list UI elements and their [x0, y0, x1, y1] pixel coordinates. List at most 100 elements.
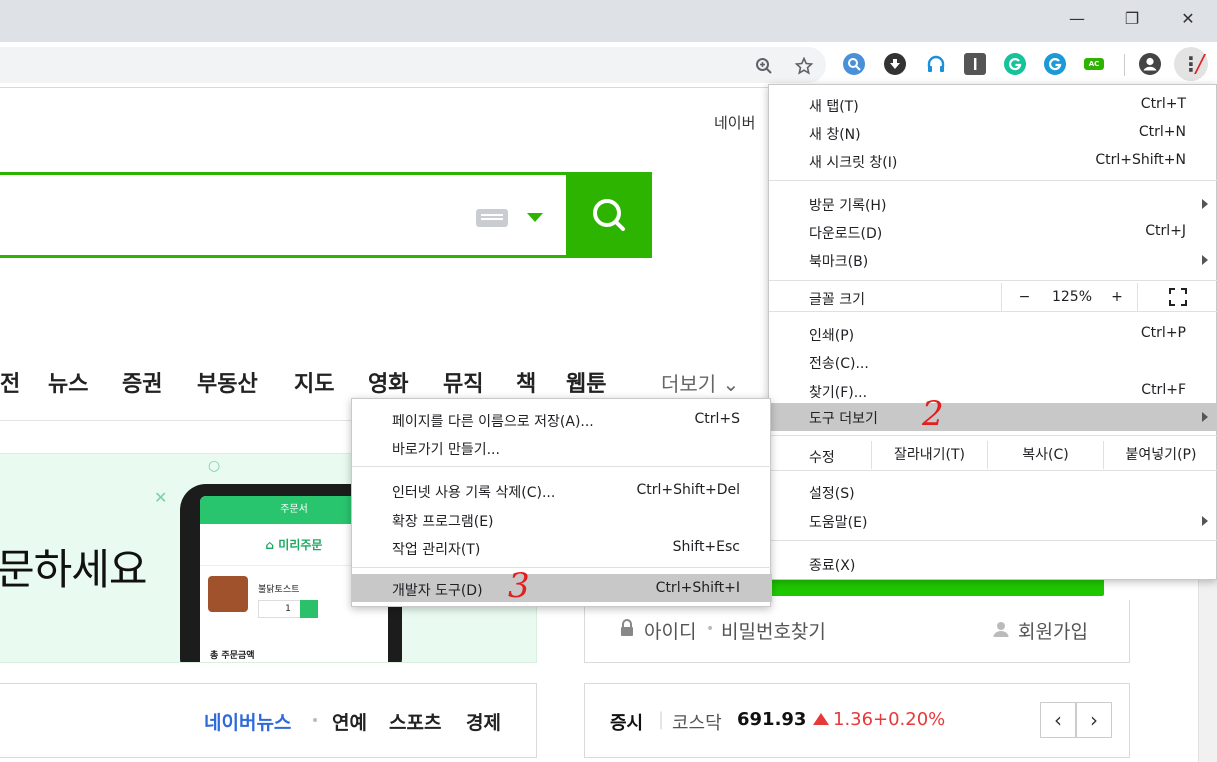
- naver-service-nav: 전 뉴스 증권 부동산 지도 영화 뮤직 책 웹툰 더보기 ⌄: [0, 366, 760, 398]
- zoom-icon[interactable]: [754, 56, 774, 76]
- chrome-main-menu: 새 탭(T) Ctrl+T 새 창(N) Ctrl+N 새 시크릿 창(I) C…: [768, 84, 1217, 580]
- naver-top-link[interactable]: 네이버: [714, 112, 755, 133]
- entertainment-link[interactable]: 연예: [332, 708, 367, 735]
- submenu-item-create-shortcut[interactable]: 바로가기 만들기...: [352, 433, 772, 461]
- naver-search-input[interactable]: [0, 172, 652, 258]
- zoom-out-button[interactable]: −: [1001, 283, 1047, 311]
- nav-item-realestate[interactable]: 부동산: [197, 366, 258, 398]
- lock-icon: [621, 619, 633, 636]
- nav-item-book[interactable]: 책: [516, 366, 536, 398]
- menu-item-find[interactable]: 찾기(F)... Ctrl+F: [769, 377, 1217, 405]
- submenu-arrow-icon: [1202, 255, 1208, 265]
- search-extension-icon[interactable]: [843, 53, 865, 75]
- cut-button[interactable]: 잘라내기(T): [871, 441, 987, 469]
- ring-icon: ○: [208, 458, 221, 474]
- submenu-item-extensions[interactable]: 확장 프로그램(E): [352, 505, 772, 533]
- menu-item-shortcut: Ctrl+P: [1140, 325, 1186, 341]
- submenu-item-label: 개발자 도구(D): [392, 583, 483, 599]
- find-password-link[interactable]: 비밀번호찾기: [721, 617, 826, 644]
- sports-link[interactable]: 스포츠: [389, 708, 441, 735]
- dropdown-arrow-icon[interactable]: [527, 213, 543, 222]
- zoom-label: 글꼴 크기: [809, 292, 865, 308]
- nav-item-webtoon[interactable]: 웹툰: [566, 366, 606, 398]
- submenu-item-label: 바로가기 만들기...: [392, 442, 500, 458]
- nav-item-news[interactable]: 뉴스: [48, 366, 88, 398]
- submenu-item-label: 작업 관리자(T): [392, 542, 481, 558]
- stock-prev-button[interactable]: ‹: [1040, 702, 1076, 738]
- grammar-check-extension-icon[interactable]: [1044, 53, 1066, 75]
- signup-link[interactable]: 회원가입: [1018, 617, 1088, 644]
- copy-button[interactable]: 복사(C): [987, 441, 1103, 469]
- menu-item-history[interactable]: 방문 기록(H): [769, 190, 1217, 218]
- reader-extension-icon[interactable]: [964, 53, 986, 75]
- profile-avatar-icon[interactable]: [1139, 53, 1161, 75]
- submenu-item-devtools[interactable]: 개발자 도구(D) Ctrl+Shift+I: [352, 574, 772, 602]
- submenu-arrow-icon: [1202, 199, 1208, 209]
- adblock-extension-icon[interactable]: AC: [1084, 58, 1104, 70]
- naver-news-link[interactable]: 네이버뉴스: [204, 708, 291, 735]
- menu-item-incognito[interactable]: 새 시크릿 창(I) Ctrl+Shift+N: [769, 147, 1217, 175]
- nav-item-map[interactable]: 지도: [294, 366, 334, 398]
- user-icon: [993, 622, 1009, 637]
- headphone-extension-icon[interactable]: [925, 53, 947, 75]
- stock-divider: |: [658, 709, 665, 730]
- address-bar[interactable]: [0, 47, 826, 83]
- menu-item-more-tools[interactable]: 도구 더보기: [769, 403, 1217, 431]
- menu-item-help[interactable]: 도움말(E): [769, 507, 1217, 535]
- login-dot: •: [706, 621, 715, 637]
- title-bar: — ❐ ✕: [0, 0, 1217, 42]
- stock-up-arrow-icon: [813, 713, 829, 725]
- menu-item-downloads[interactable]: 다운로드(D) Ctrl+J: [769, 218, 1217, 246]
- menu-item-shortcut: Ctrl+T: [1140, 96, 1186, 112]
- menu-item-bookmarks[interactable]: 북마크(B): [769, 246, 1217, 274]
- menu-separator: [769, 470, 1217, 471]
- nav-item-movie[interactable]: 영화: [368, 366, 408, 398]
- phone-total-label: 총 주문금액: [210, 651, 255, 661]
- submenu-item-task-manager[interactable]: 작업 관리자(T) Shift+Esc: [352, 533, 772, 561]
- menu-item-print[interactable]: 인쇄(P) Ctrl+P: [769, 320, 1217, 348]
- menu-item-shortcut: Ctrl+F: [1141, 382, 1186, 398]
- right-scroll-strip[interactable]: [1198, 580, 1217, 762]
- download-extension-icon[interactable]: [884, 53, 906, 75]
- menu-item-label: 새 창(N): [809, 127, 861, 143]
- minimize-button[interactable]: —: [1049, 0, 1105, 36]
- toast-image: [208, 576, 248, 612]
- submenu-arrow-icon: [1202, 516, 1208, 526]
- paste-button[interactable]: 붙여넣기(P): [1103, 441, 1217, 469]
- fullscreen-button[interactable]: [1137, 283, 1217, 311]
- keyboard-icon[interactable]: [476, 209, 508, 227]
- menu-item-label: 방문 기록(H): [809, 198, 887, 214]
- close-button[interactable]: ✕: [1160, 0, 1216, 36]
- menu-item-cast[interactable]: 전송(C)...: [769, 348, 1217, 376]
- stock-percent: +0.20%: [873, 709, 946, 730]
- banner-headline: 문하세요: [0, 545, 148, 594]
- menu-item-settings[interactable]: 설정(S): [769, 478, 1217, 506]
- submenu-item-clear-data[interactable]: 인터넷 사용 기록 삭제(C)... Ctrl+Shift+Del: [352, 476, 772, 504]
- submenu-item-save-as[interactable]: 페이지를 다른 이름으로 저장(A)... Ctrl+S: [352, 405, 772, 433]
- nav-item-electronics[interactable]: 전: [0, 366, 20, 398]
- maximize-button[interactable]: ❐: [1104, 0, 1160, 36]
- nav-more-button[interactable]: 더보기 ⌄: [661, 368, 739, 397]
- menu-item-new-tab[interactable]: 새 탭(T) Ctrl+T: [769, 91, 1217, 119]
- zoom-in-button[interactable]: +: [1097, 283, 1137, 311]
- economy-link[interactable]: 경제: [466, 708, 501, 735]
- submenu-separator: [352, 567, 772, 568]
- nav-item-music[interactable]: 뮤직: [443, 366, 483, 398]
- menu-item-exit[interactable]: 종료(X): [769, 550, 1217, 578]
- menu-item-label: 북마크(B): [809, 254, 869, 270]
- menu-item-new-window[interactable]: 새 창(N) Ctrl+N: [769, 119, 1217, 147]
- find-id-link[interactable]: 아이디: [644, 617, 696, 644]
- bookmark-star-icon[interactable]: [794, 56, 814, 76]
- stock-index-name[interactable]: 코스닥: [672, 709, 722, 735]
- edit-label: 수정: [809, 450, 835, 466]
- nav-item-stock[interactable]: 증권: [122, 366, 162, 398]
- submenu-separator: [352, 466, 772, 467]
- sparkle-icon: ✕: [154, 488, 168, 507]
- stock-change: 1.36: [833, 709, 874, 730]
- naver-search-button[interactable]: [566, 172, 652, 258]
- submenu-item-label: 인터넷 사용 기록 삭제(C)...: [392, 485, 556, 501]
- stock-label: 증시: [610, 713, 644, 734]
- menu-item-label: 새 시크릿 창(I): [809, 155, 898, 171]
- stock-next-button[interactable]: ›: [1076, 702, 1112, 738]
- grammarly-extension-icon[interactable]: [1004, 53, 1026, 75]
